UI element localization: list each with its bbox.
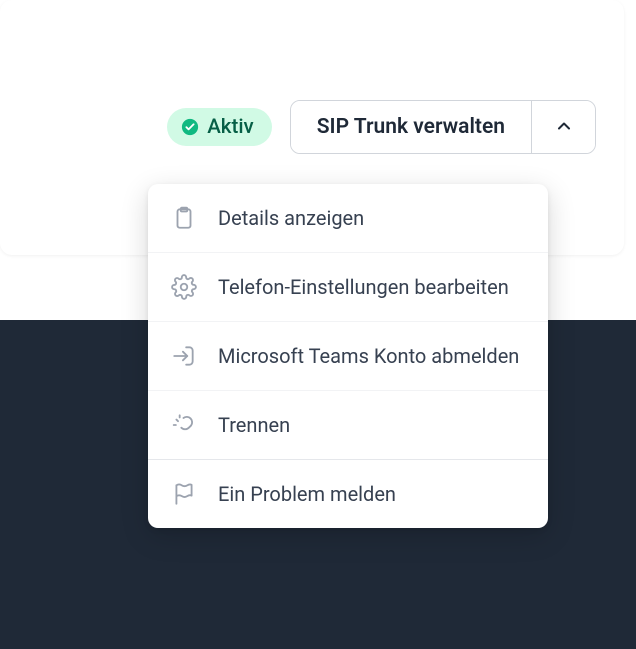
dropdown-menu: Details anzeigen Telefon-Einstellungen b…	[148, 184, 548, 528]
menu-item-report-problem[interactable]: Ein Problem melden	[148, 460, 548, 528]
manage-sip-trunk-button[interactable]: SIP Trunk verwalten	[291, 101, 531, 153]
menu-item-label: Ein Problem melden	[218, 481, 396, 508]
status-label: Aktiv	[207, 115, 254, 139]
menu-item-edit-phone-settings[interactable]: Telefon-Einstellungen bearbeiten	[148, 253, 548, 322]
sign-out-icon	[170, 342, 198, 370]
menu-item-label: Details anzeigen	[218, 205, 364, 232]
gear-icon	[170, 273, 198, 301]
menu-item-sign-out-teams[interactable]: Microsoft Teams Konto abmelden	[148, 322, 548, 391]
chevron-up-icon	[554, 116, 574, 139]
manage-button-group: SIP Trunk verwalten	[290, 100, 596, 154]
check-circle-icon	[181, 118, 199, 136]
disconnect-icon	[170, 411, 198, 439]
menu-item-disconnect[interactable]: Trennen	[148, 391, 548, 460]
menu-item-label: Trennen	[218, 412, 290, 439]
clipboard-icon	[170, 204, 198, 232]
menu-item-label: Telefon-Einstellungen bearbeiten	[218, 274, 509, 301]
dropdown-toggle-button[interactable]	[531, 101, 595, 153]
menu-item-label: Microsoft Teams Konto abmelden	[218, 343, 519, 370]
flag-icon	[170, 480, 198, 508]
status-badge: Aktiv	[167, 108, 272, 146]
header-row: Aktiv SIP Trunk verwalten	[0, 100, 624, 154]
menu-item-view-details[interactable]: Details anzeigen	[148, 184, 548, 253]
